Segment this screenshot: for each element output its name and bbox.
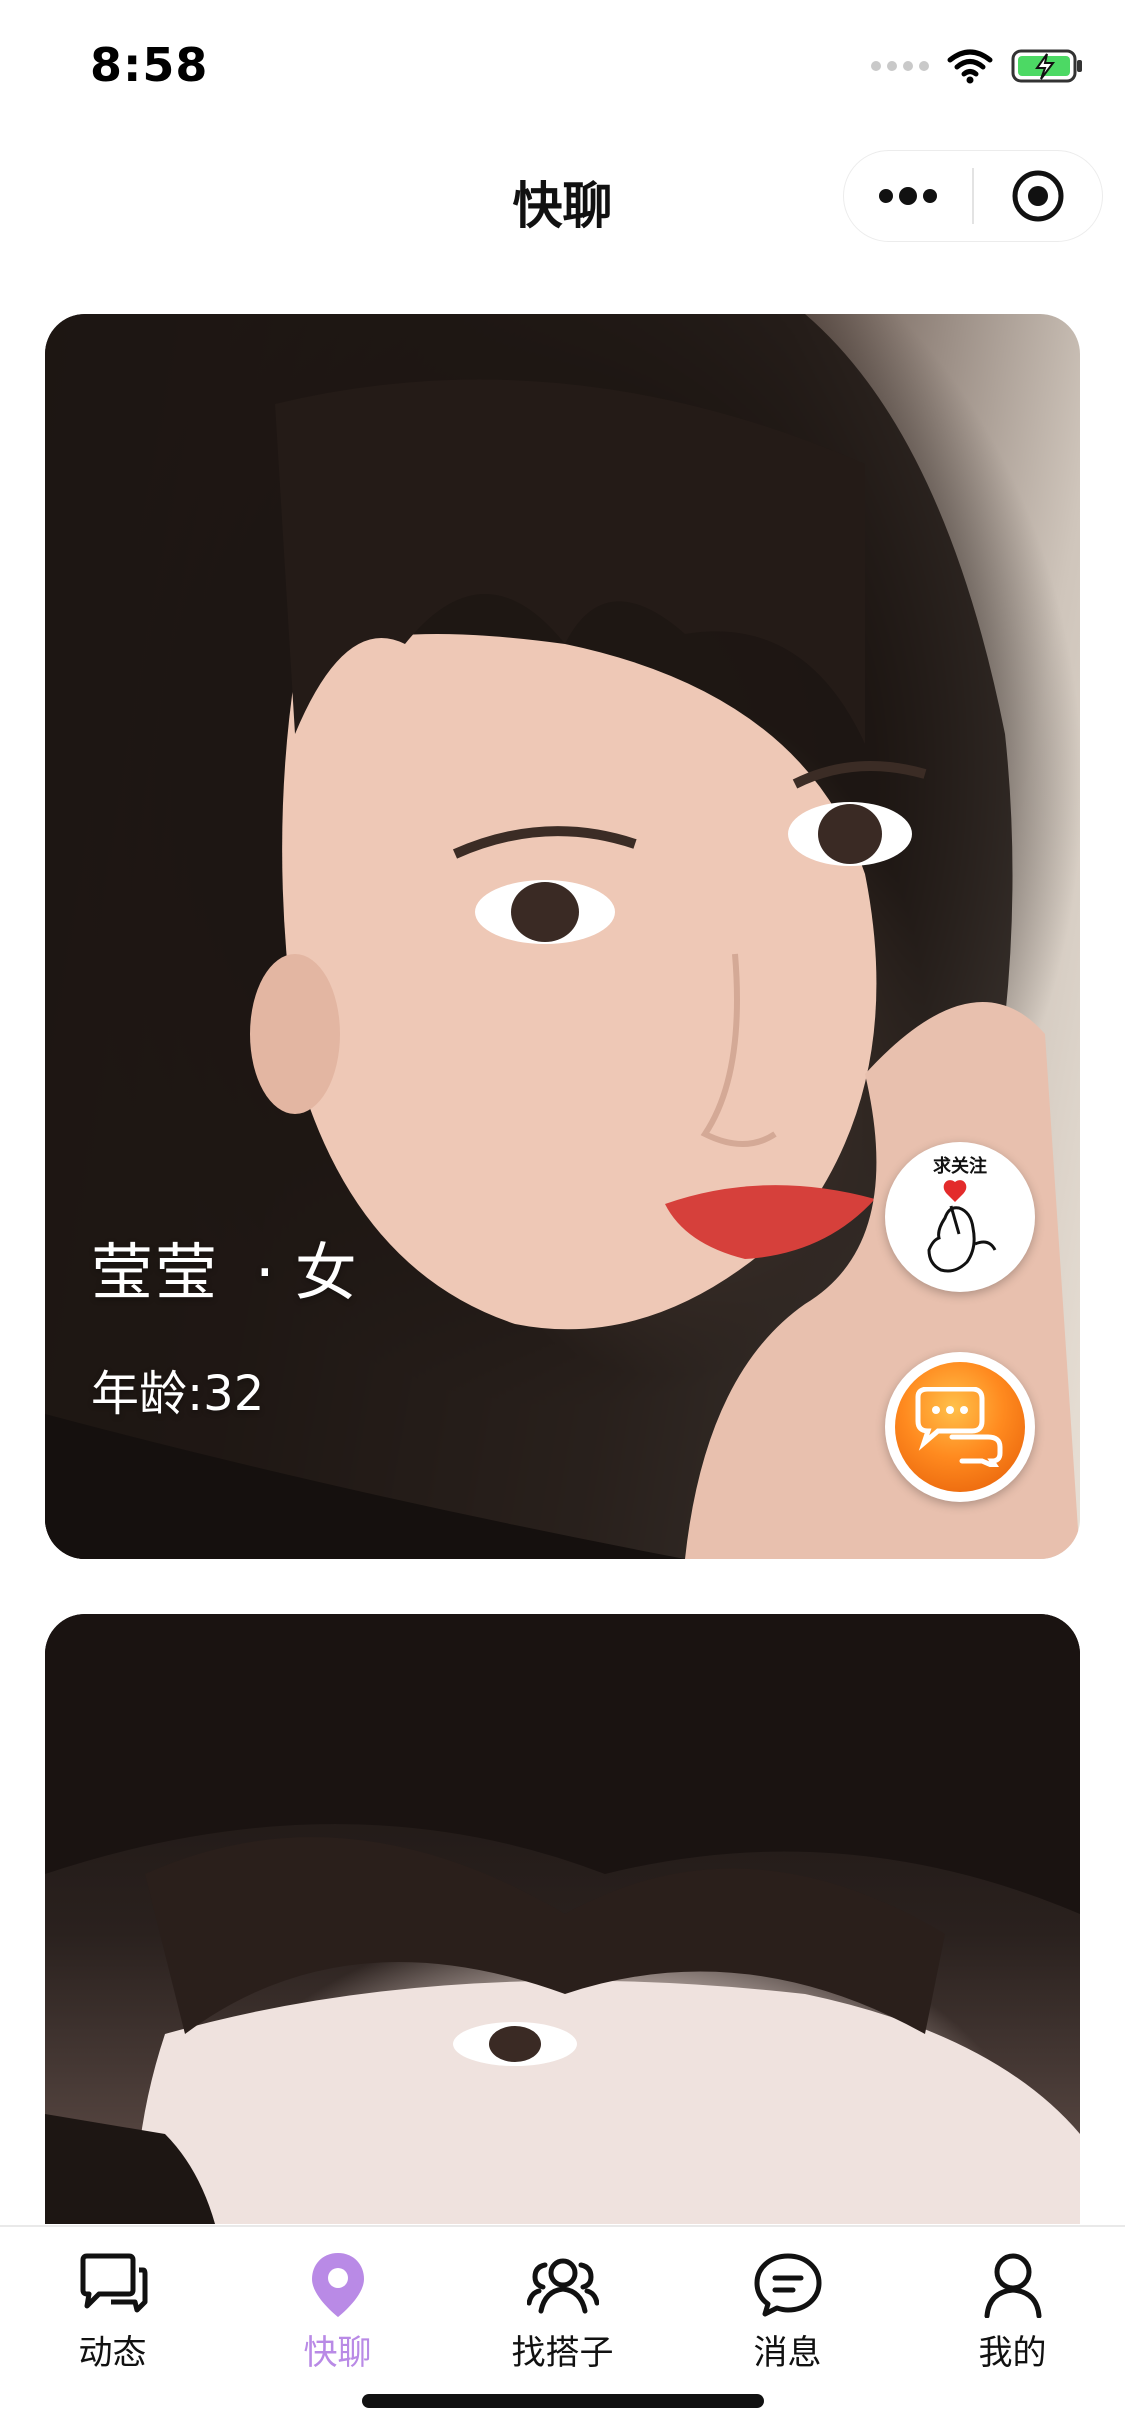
chat-bubbles-icon	[895, 1362, 1025, 1492]
message-icon	[753, 2249, 823, 2321]
person-icon	[983, 2249, 1043, 2321]
target-close-icon[interactable]	[974, 150, 1102, 242]
people-icon	[526, 2249, 599, 2321]
tab-messages[interactable]: 消息	[675, 2227, 900, 2387]
location-pin-icon	[310, 2249, 366, 2321]
status-time: 8:58	[90, 38, 209, 92]
user-name: 莹莹	[91, 1236, 220, 1309]
wifi-icon	[947, 49, 993, 84]
user-card[interactable]	[45, 1614, 1080, 2224]
more-dots-icon[interactable]	[844, 150, 972, 242]
chat-bubble-icon	[77, 2249, 149, 2321]
tab-label: 找搭子	[511, 2333, 614, 2373]
tab-profile[interactable]: 我的	[900, 2227, 1125, 2387]
status-icons	[871, 48, 1085, 84]
follow-button[interactable]: 求关注	[885, 1142, 1035, 1292]
tab-find-partner[interactable]: 找搭子	[450, 2227, 675, 2387]
tab-dynamics[interactable]: 动态	[0, 2227, 225, 2387]
tab-label: 消息	[753, 2333, 822, 2373]
finger-heart-icon	[927, 1180, 997, 1273]
cellular-signal-icon	[871, 61, 929, 71]
user-name-gender: 莹莹 · 女	[91, 1222, 359, 1312]
battery-charging-icon	[1011, 49, 1082, 83]
user-age: 年龄:32	[91, 1366, 265, 1422]
home-indicator	[362, 2394, 764, 2408]
name-separator: ·	[255, 1236, 277, 1309]
tab-label: 我的	[978, 2333, 1047, 2373]
follow-label: 求关注	[933, 1156, 987, 1177]
mini-program-capsule	[843, 150, 1103, 242]
nav-bar: 快聊	[0, 132, 1125, 264]
status-bar: 8:58	[0, 0, 1125, 132]
profile-photo	[45, 1614, 1080, 2224]
chat-button[interactable]	[885, 1352, 1035, 1502]
user-card[interactable]: 莹莹 · 女 年龄:32 求关注	[45, 314, 1080, 1559]
user-feed[interactable]: 莹莹 · 女 年龄:32 求关注	[0, 264, 1125, 2224]
tab-quick-chat[interactable]: 快聊	[225, 2227, 450, 2387]
tab-label: 动态	[78, 2333, 147, 2373]
user-gender: 女	[294, 1236, 359, 1309]
tab-label: 快聊	[303, 2333, 372, 2373]
